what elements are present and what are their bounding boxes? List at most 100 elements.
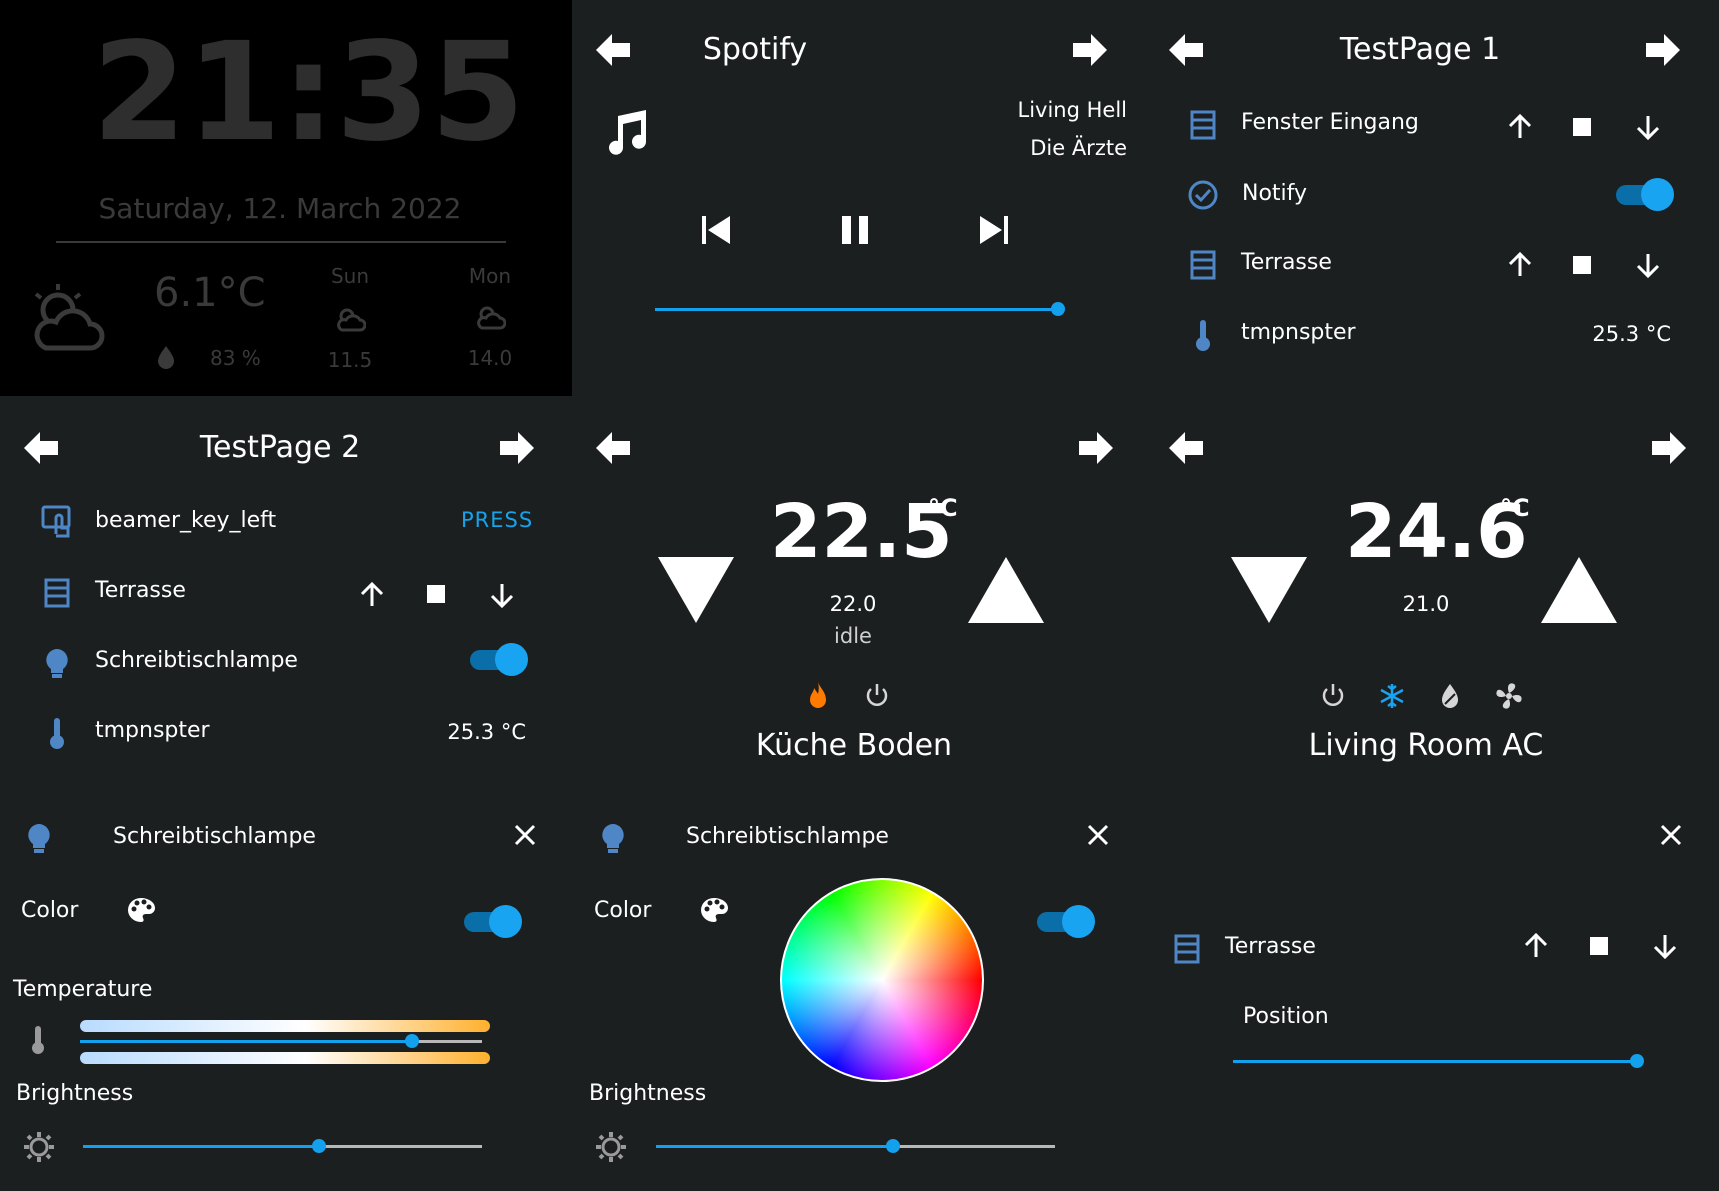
pause-icon[interactable] [840, 214, 870, 246]
temperature-down-icon[interactable] [1229, 555, 1309, 625]
spotify-artist: Die Ärzte [1030, 136, 1127, 160]
clock-date: Saturday, 12. March 2022 [98, 192, 462, 225]
page1-next-arrow-icon[interactable] [1644, 32, 1682, 68]
light2-brightness-knob[interactable] [886, 1139, 900, 1153]
light1-brightness-rest [319, 1145, 482, 1148]
spotify-track: Living Hell [1017, 98, 1128, 122]
light1-temperature-label: Temperature [13, 977, 153, 1002]
cover-position-label: Position [1243, 1004, 1329, 1029]
thermo1-next-arrow-icon[interactable] [1077, 430, 1115, 466]
page2-row-terrasse-label: Terrasse [95, 578, 186, 603]
lightbulb-icon [26, 822, 52, 854]
power-icon[interactable] [1320, 682, 1346, 708]
cover-up-icon[interactable] [1524, 933, 1548, 959]
page2-prev-arrow-icon[interactable] [22, 430, 60, 466]
page1-row-terrasse-label: Terrasse [1241, 250, 1332, 275]
light2-brightness-label: Brightness [589, 1081, 707, 1106]
light1-brightness-knob[interactable] [312, 1139, 326, 1153]
forecast-sun-icon [334, 304, 366, 334]
thermo1-current: 22.5 [770, 489, 953, 575]
temperature-up-icon[interactable] [966, 555, 1046, 625]
cover-stop-icon[interactable] [1590, 937, 1608, 955]
page2-row-tmp-value: 25.3 °C [447, 720, 526, 744]
skip-previous-icon[interactable] [700, 214, 732, 246]
close-icon[interactable] [1087, 824, 1109, 846]
humidity-icon [156, 344, 176, 370]
forecast-mon-icon [474, 302, 506, 332]
close-icon[interactable] [1660, 824, 1682, 846]
close-icon[interactable] [514, 824, 536, 846]
light2-toggle-knob [1062, 905, 1095, 938]
forecast-temp-sun: 11.5 [327, 348, 373, 372]
lamp-toggle-knob [495, 643, 528, 676]
light2-toggle[interactable] [1037, 905, 1095, 938]
page2-title: TestPage 2 [199, 430, 361, 465]
palette-icon[interactable] [126, 896, 156, 924]
spotify-prev-arrow-icon[interactable] [594, 32, 632, 68]
light1-temperature-fill [80, 1040, 412, 1043]
page2-row-lamp-label: Schreibtischlampe [95, 648, 298, 673]
weather-cloudy-icon [28, 282, 108, 356]
power-icon[interactable] [864, 682, 890, 708]
window-shutter-icon [1190, 110, 1216, 140]
light1-temperature-rest [412, 1040, 482, 1043]
notify-toggle[interactable] [1616, 178, 1674, 211]
spotify-title: Spotify [702, 32, 808, 67]
cover-down-icon[interactable] [490, 582, 514, 608]
cover-down-icon[interactable] [1636, 252, 1660, 278]
cover-up-icon[interactable] [1508, 114, 1532, 140]
spotify-progress-track [655, 308, 1059, 311]
thermo2-prev-arrow-icon[interactable] [1167, 430, 1205, 466]
light1-temperature-knob[interactable] [405, 1034, 419, 1048]
lightbulb-icon [44, 647, 70, 679]
cover-stop-icon[interactable] [1573, 118, 1591, 136]
light2-brightness-fill [656, 1145, 893, 1148]
thermo2-name: Living Room AC [1308, 728, 1544, 763]
cover-position-knob[interactable] [1630, 1054, 1644, 1068]
cover-down-icon[interactable] [1636, 114, 1660, 140]
weather-temperature: 6.1°C [154, 270, 266, 316]
temperature-up-icon[interactable] [1539, 555, 1619, 625]
fan-icon[interactable] [1494, 681, 1524, 711]
thermo2-next-arrow-icon[interactable] [1650, 430, 1688, 466]
thermo2-unit: °C [1500, 494, 1530, 522]
window-shutter-icon [1190, 250, 1216, 280]
snowflake-icon[interactable] [1378, 682, 1406, 710]
brightness-icon [594, 1130, 628, 1164]
gesture-tap-icon [40, 504, 74, 538]
light2-brightness-rest [893, 1145, 1055, 1148]
color-wheel[interactable] [780, 878, 984, 1082]
spotify-next-arrow-icon[interactable] [1071, 32, 1109, 68]
page1-row-notify-label: Notify [1242, 181, 1308, 206]
light1-name: Schreibtischlampe [113, 824, 316, 849]
clock-divider [56, 241, 506, 243]
thermo1-prev-arrow-icon[interactable] [594, 430, 632, 466]
lamp-toggle[interactable] [470, 643, 528, 676]
spotify-progress-knob[interactable] [1051, 302, 1065, 316]
cover-down-icon[interactable] [1653, 933, 1677, 959]
cover-stop-icon[interactable] [427, 585, 445, 603]
brightness-icon [22, 1130, 56, 1164]
cover-stop-icon[interactable] [1573, 256, 1591, 274]
light1-toggle[interactable] [464, 905, 522, 938]
heat-flame-icon[interactable] [806, 680, 830, 710]
forecast-temp-mon: 14.0 [467, 346, 513, 370]
page1-prev-arrow-icon[interactable] [1167, 32, 1205, 68]
light1-temperature-gradient-bottom [80, 1052, 490, 1064]
page1-row-tmp-value: 25.3 °C [1592, 322, 1671, 346]
page1-row-fenster-label: Fenster Eingang [1241, 110, 1419, 135]
palette-icon[interactable] [699, 896, 729, 924]
page2-next-arrow-icon[interactable] [498, 430, 536, 466]
thermo1-status: idle [834, 624, 872, 648]
temperature-down-icon[interactable] [656, 555, 736, 625]
thermometer-icon [48, 716, 66, 750]
cover-position-fill [1233, 1060, 1637, 1063]
page2-row-tmp-label: tmpnspter [95, 718, 210, 743]
cover-up-icon[interactable] [360, 582, 384, 608]
thermo1-unit: °C [928, 494, 958, 522]
light1-temperature-gradient-top [80, 1020, 490, 1032]
skip-next-icon[interactable] [978, 214, 1010, 246]
cover-up-icon[interactable] [1508, 252, 1532, 278]
beamer-press-button[interactable]: PRESS [461, 508, 533, 532]
dry-mode-icon[interactable] [1439, 682, 1461, 710]
